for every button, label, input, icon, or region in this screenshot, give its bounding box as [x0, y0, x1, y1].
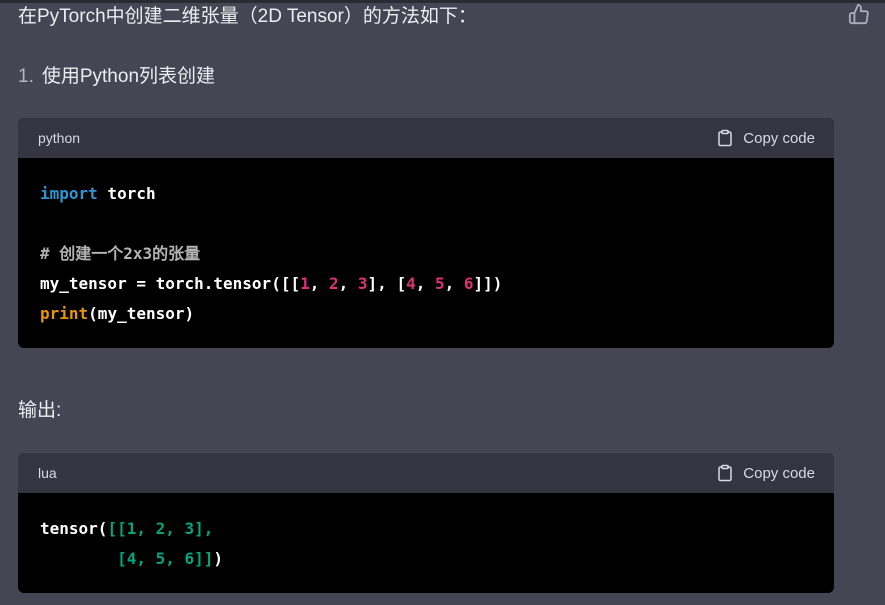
- code-token: ): [213, 549, 224, 568]
- code-token: ], [: [367, 274, 407, 293]
- code-header: lua Copy code: [18, 453, 834, 493]
- step-text: 使用Python列表创建: [41, 66, 216, 87]
- code-token: 2: [329, 274, 339, 293]
- code-token: ,: [338, 274, 358, 293]
- code-block-lua: lua Copy code tensor([[1, 2, 3], [4, 5, …: [18, 453, 834, 593]
- code-token: ,: [309, 274, 329, 293]
- code-token: ]]): [473, 274, 503, 293]
- code-token: (my_tensor): [88, 304, 195, 323]
- step-heading: 1. 使用Python列表创建: [18, 65, 215, 89]
- copy-code-button[interactable]: Copy code: [716, 464, 815, 482]
- output-label: 输出:: [18, 400, 62, 421]
- top-border: [0, 0, 885, 3]
- code-token: 1: [300, 274, 310, 293]
- intro-text: 在PyTorch中创建二维张量（2D Tensor）的方法如下：: [18, 6, 477, 27]
- code-token: # 创建一个2x3的张量: [40, 244, 201, 263]
- code-token: [4, 5, 6]]: [40, 549, 214, 568]
- code-line: tensor([[1, 2, 3],: [40, 514, 812, 544]
- code-token: print: [40, 304, 89, 323]
- thumbs-up-icon[interactable]: [848, 3, 870, 25]
- code-block-python: python Copy code import torch # 创建一个2x3的张…: [18, 118, 834, 348]
- code-line: import torch: [40, 179, 812, 209]
- code-token: [[1, 2, 3],: [107, 519, 214, 538]
- copy-code-label: Copy code: [743, 129, 815, 147]
- code-token: import: [40, 184, 98, 203]
- code-language-label: python: [38, 130, 81, 146]
- step-number: 1.: [18, 66, 34, 87]
- code-token: torch: [97, 184, 156, 203]
- copy-code-label: Copy code: [743, 464, 815, 482]
- code-line: # 创建一个2x3的张量: [40, 239, 812, 269]
- clipboard-icon: [716, 464, 734, 482]
- code-token: 6: [463, 274, 474, 293]
- code-line: [4, 5, 6]]): [40, 544, 812, 574]
- code-content: import torch # 创建一个2x3的张量 my_tensor = torc…: [18, 158, 834, 329]
- code-header: python Copy code: [18, 118, 834, 158]
- code-line: print(my_tensor): [40, 299, 812, 329]
- code-token: 5: [434, 274, 445, 293]
- clipboard-icon: [716, 129, 734, 147]
- code-language-label: lua: [38, 465, 57, 481]
- code-token: 4: [406, 274, 416, 293]
- code-content: tensor([[1, 2, 3], [4, 5, 6]]): [18, 493, 834, 574]
- code-token: ,: [415, 274, 435, 293]
- code-token: my_tensor = torch.tensor([[: [40, 274, 301, 293]
- copy-code-button[interactable]: Copy code: [716, 129, 815, 147]
- code-token: ,: [444, 274, 464, 293]
- code-token: 3: [357, 274, 368, 293]
- code-line: my_tensor = torch.tensor([[1, 2, 3], [4,…: [40, 269, 812, 299]
- code-token: tensor(: [40, 519, 108, 538]
